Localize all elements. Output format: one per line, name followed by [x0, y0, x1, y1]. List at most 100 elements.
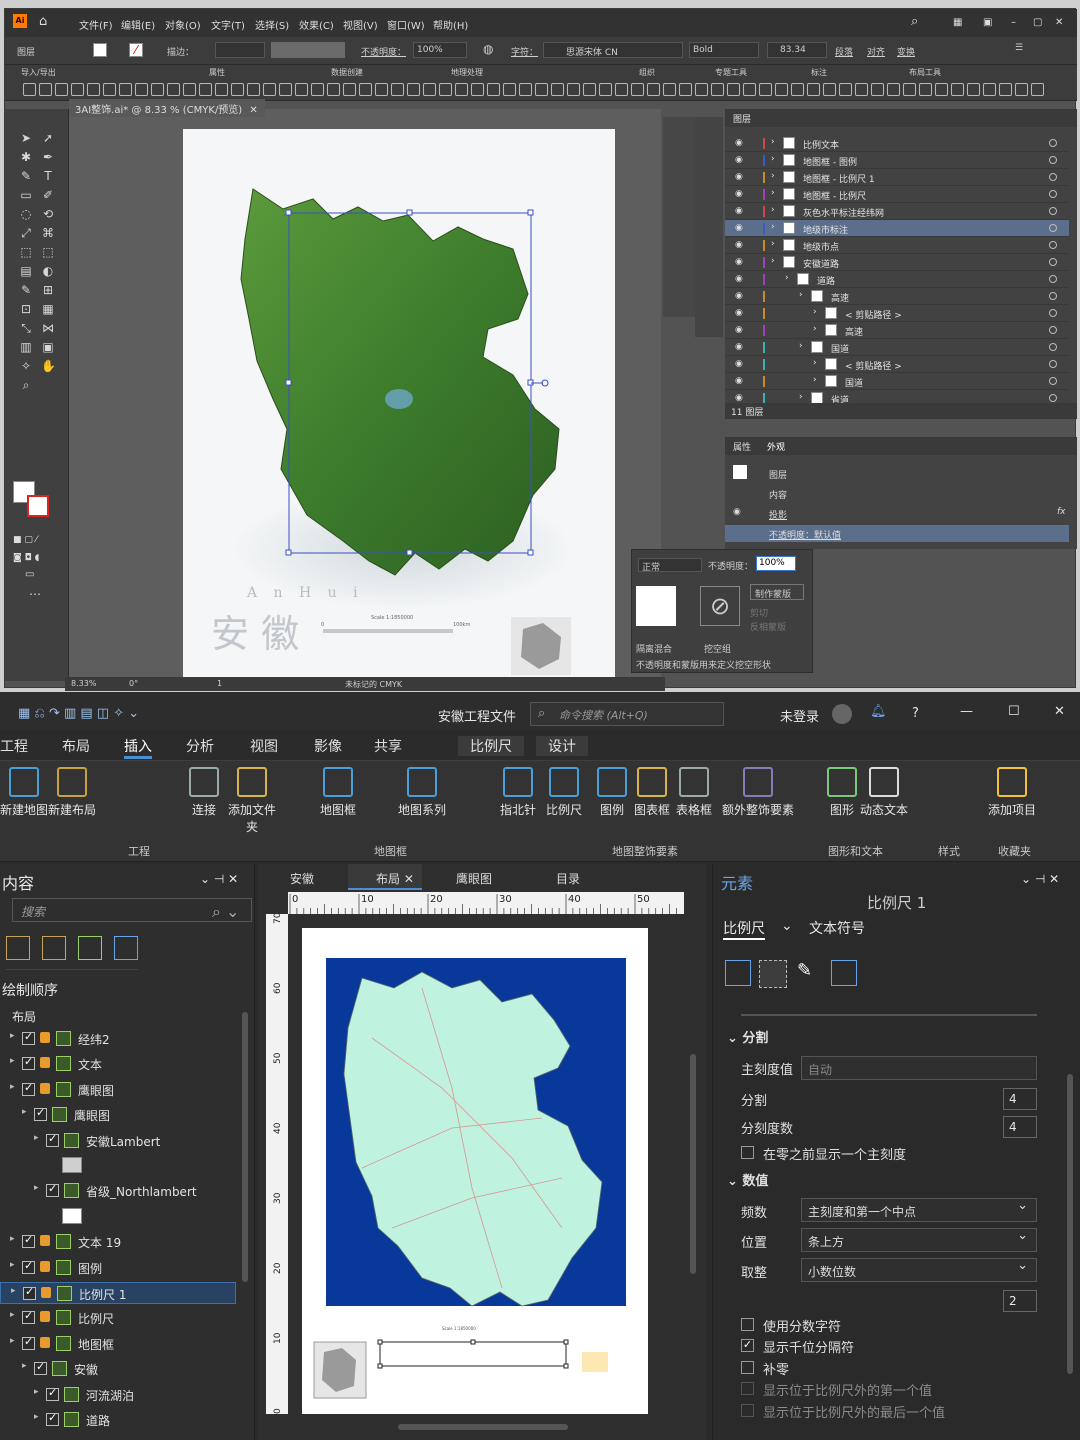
target-circle-icon[interactable]: [1049, 309, 1057, 317]
minimize-icon[interactable]: —: [960, 704, 973, 719]
warp-tool-icon[interactable]: ⌘: [41, 226, 55, 240]
scale-tool-icon[interactable]: ⤢: [19, 226, 33, 240]
contents-item[interactable]: ▸ 经纬2: [0, 1028, 236, 1050]
home-icon[interactable]: ⌂: [39, 14, 47, 29]
opacity-default[interactable]: 不透明度：默认值: [769, 528, 841, 541]
expand-chevron-icon[interactable]: ›: [771, 205, 775, 215]
visibility-checkbox[interactable]: [23, 1285, 36, 1300]
eyedropper-icon[interactable]: ✎: [19, 283, 33, 297]
workspace-icon[interactable]: ▦: [953, 17, 962, 28]
ai-collapsed-panels-2[interactable]: [695, 117, 723, 337]
target-circle-icon[interactable]: [1049, 343, 1057, 351]
document-tab[interactable]: 3AI整饰.ai* @ 8.33 % (CMYK/预览) ✕: [69, 99, 265, 117]
quick-access-icons[interactable]: ▦ ⎌ ↷ ▥ ▤ ◫ ✧ ⌄: [18, 706, 139, 721]
layer-row[interactable]: ◉ › 地图框 - 图例: [725, 152, 1069, 169]
search-icon[interactable]: ⌕: [911, 14, 918, 29]
visibility-eye-icon[interactable]: ◉: [735, 359, 743, 369]
plugin-tool-icon[interactable]: [1015, 83, 1028, 96]
visibility-eye-icon[interactable]: ◉: [735, 308, 743, 318]
contents-item[interactable]: ▸ 比例尺: [0, 1307, 236, 1329]
visibility-eye-icon[interactable]: ◉: [735, 223, 743, 233]
expand-chevron-icon[interactable]: ›: [771, 188, 775, 198]
ribbon-tab[interactable]: 共享: [374, 736, 402, 756]
plugin-tool-icon[interactable]: [55, 83, 68, 96]
display-icon[interactable]: [831, 960, 857, 986]
menu-view[interactable]: 视图(V): [343, 17, 378, 32]
expand-arrow-icon[interactable]: ▸: [34, 1133, 39, 1143]
plugin-tool-icon[interactable]: [391, 83, 404, 96]
color-mode-icons[interactable]: ■ ▢ ⁄: [13, 535, 53, 545]
visibility-checkbox[interactable]: [34, 1106, 47, 1122]
expand-arrow-icon[interactable]: ▸: [22, 1107, 27, 1117]
opacity-label[interactable]: 不透明度：: [361, 45, 406, 58]
target-circle-icon[interactable]: [1049, 190, 1057, 198]
layer-row[interactable]: ◉ › 国道: [725, 339, 1069, 356]
plugin-tool-icon[interactable]: [759, 83, 772, 96]
more-tools-icon[interactable]: ⋯: [29, 587, 41, 601]
ribbon-button[interactable]: 额外整饰要素: [718, 767, 798, 818]
ribbon-tab[interactable]: 布局: [62, 736, 90, 756]
layer-row[interactable]: ◉ › 地图框 - 比例尺: [725, 186, 1069, 203]
contents-item[interactable]: [0, 1155, 236, 1177]
numbers-section-header[interactable]: ⌄ 数值: [727, 1170, 768, 1189]
fill-swatch[interactable]: [93, 43, 107, 57]
shape-builder-icon[interactable]: ⬚: [41, 245, 55, 259]
selection-tool-icon[interactable]: ➤: [19, 131, 33, 145]
mesh-tool-icon[interactable]: ▤: [19, 264, 33, 278]
layer-row[interactable]: ◉ › 比例文本: [725, 135, 1069, 152]
target-circle-icon[interactable]: [1049, 224, 1057, 232]
visibility-eye-icon[interactable]: ◉: [735, 206, 743, 216]
expand-chevron-icon[interactable]: ›: [771, 239, 775, 249]
visibility-checkbox[interactable]: [22, 1233, 35, 1249]
contents-item[interactable]: ▸ 道路: [0, 1409, 236, 1431]
plugin-tool-icon[interactable]: [871, 83, 884, 96]
pen-tool-icon[interactable]: ✒: [41, 150, 55, 164]
menu-icon[interactable]: ☰: [1015, 43, 1023, 53]
visibility-eye-icon[interactable]: ◉: [735, 393, 743, 403]
layer-row[interactable]: ◉ › 道路: [725, 271, 1069, 288]
contents-scrollbar[interactable]: [242, 1012, 248, 1282]
visibility-checkbox[interactable]: [46, 1182, 59, 1198]
plugin-tool-icon[interactable]: [791, 83, 804, 96]
expand-arrow-icon[interactable]: ▸: [10, 1056, 15, 1066]
notification-icon[interactable]: 🔔︎: [870, 704, 887, 719]
plugin-tool-icon[interactable]: [983, 83, 996, 96]
target-circle-icon[interactable]: [1049, 326, 1057, 334]
layout-scrollbar-h[interactable]: [398, 1424, 568, 1430]
ribbon-tab[interactable]: 影像: [314, 736, 342, 756]
fx-icon[interactable]: fx: [1057, 507, 1066, 517]
slice-tool-icon[interactable]: ▦: [41, 302, 55, 316]
tab-eagle-eye[interactable]: 鹰眼图: [428, 864, 500, 890]
blend-mode-select[interactable]: 正常: [638, 558, 702, 573]
lock-icon[interactable]: [40, 1260, 50, 1272]
plugin-tool-icon[interactable]: [231, 83, 244, 96]
before-zero-checkbox[interactable]: [741, 1146, 754, 1159]
transparency-opacity-field[interactable]: 100%: [756, 556, 796, 571]
drop-shadow-effect[interactable]: 投影: [769, 508, 787, 521]
target-circle-icon[interactable]: [1049, 360, 1057, 368]
opacity-mask-checkbox[interactable]: 不透明度和蒙版用来定义挖空形状: [636, 658, 771, 671]
plugin-tool-icon[interactable]: [727, 83, 740, 96]
divisions-spinner[interactable]: 4: [1003, 1088, 1037, 1110]
tab-properties[interactable]: 属性: [733, 440, 751, 453]
expand-chevron-icon[interactable]: ›: [799, 290, 803, 300]
ai-collapsed-panels[interactable]: [663, 117, 695, 317]
expand-arrow-icon[interactable]: ▸: [10, 1310, 15, 1320]
tab-catalog[interactable]: 目录: [528, 864, 588, 890]
tab-chevron-icon[interactable]: ⌄: [781, 918, 793, 934]
plugin-tool-icon[interactable]: [999, 83, 1012, 96]
tab-appearance[interactable]: 外观: [767, 440, 785, 453]
isolate-blending-checkbox[interactable]: 隔离混合: [636, 642, 672, 655]
search-icon[interactable]: ⌕ ⌄: [212, 902, 239, 922]
visibility-eye-icon[interactable]: ◉: [735, 172, 743, 182]
ribbon-button[interactable]: 比例尺: [540, 767, 588, 818]
selection-icon[interactable]: [42, 936, 66, 960]
visibility-checkbox[interactable]: [46, 1132, 59, 1147]
plugin-tool-icon[interactable]: [503, 83, 516, 96]
plugin-tool-icon[interactable]: [695, 83, 708, 96]
fraction-checkbox[interactable]: [741, 1318, 754, 1331]
variable-width-profile[interactable]: [271, 42, 345, 58]
symbol-swatch[interactable]: [62, 1157, 82, 1173]
ribbon-button[interactable]: 添加文件夹: [228, 767, 276, 835]
contents-item[interactable]: ▸ 安徽Lambert: [0, 1130, 236, 1152]
